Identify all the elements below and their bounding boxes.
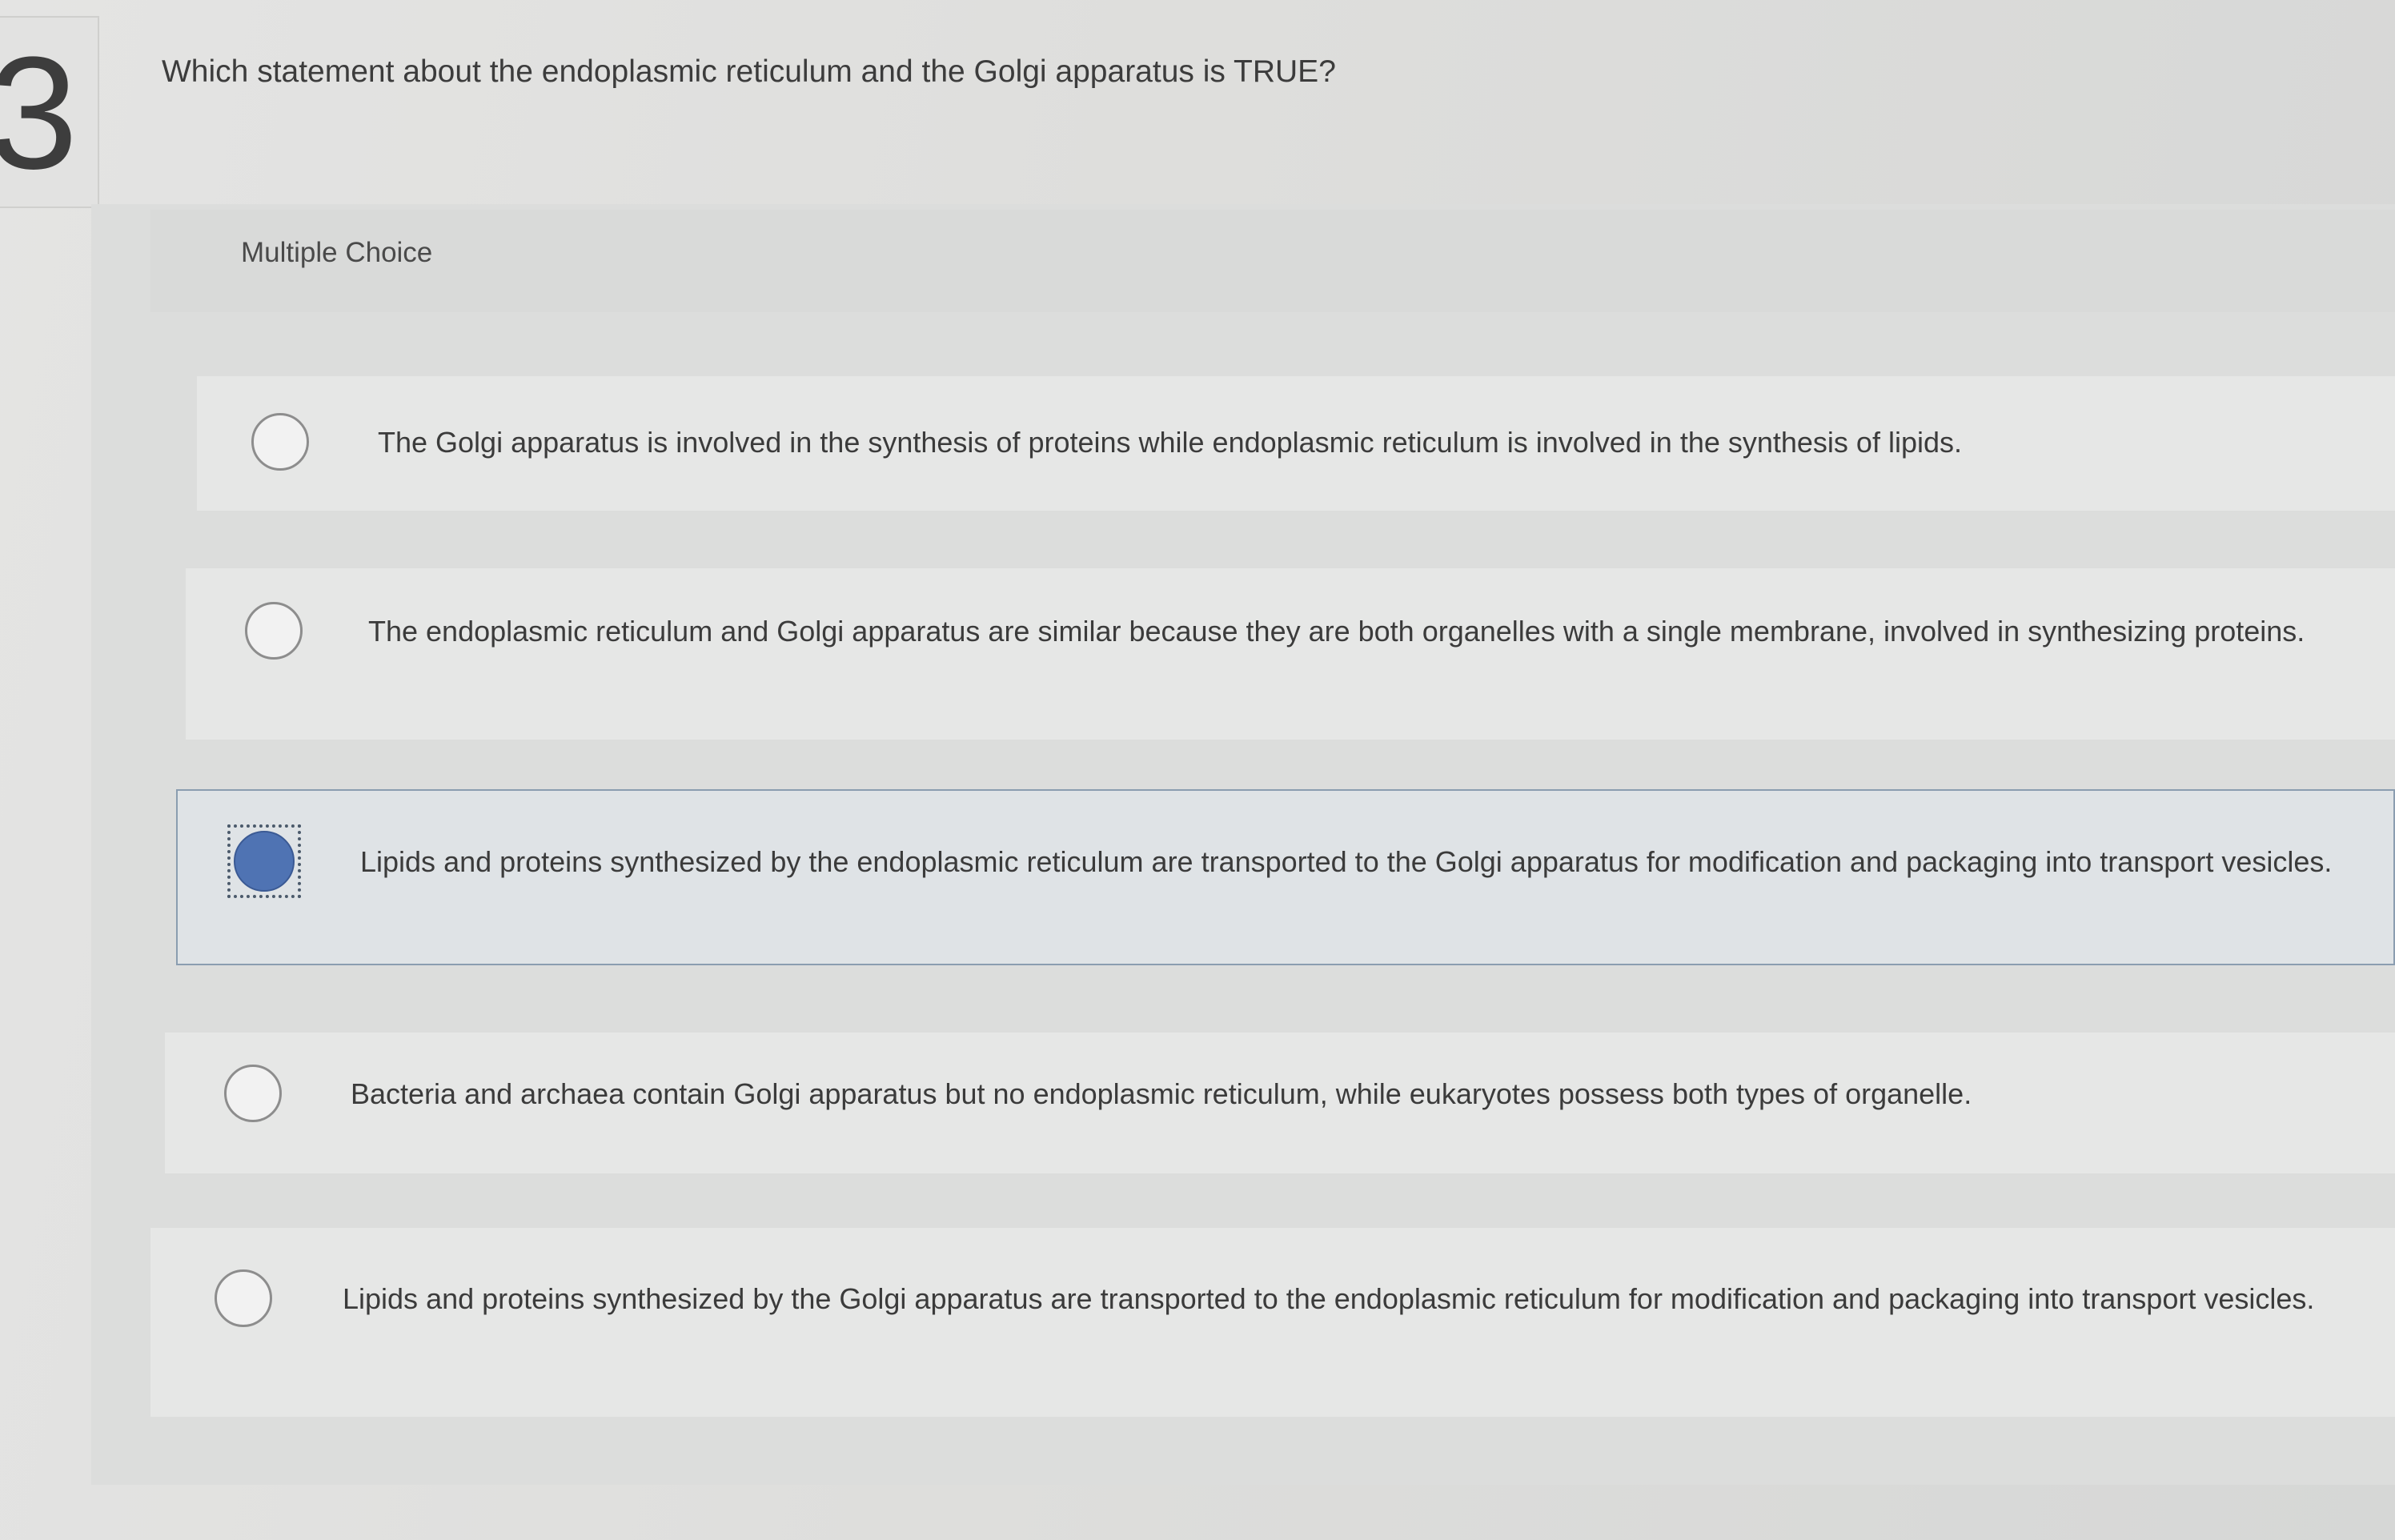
answer-type-label: Multiple Choice: [241, 237, 433, 268]
choice-option-2[interactable]: The endoplasmic reticulum and Golgi appa…: [186, 568, 2395, 740]
choice-option-1[interactable]: The Golgi apparatus is involved in the s…: [197, 376, 2395, 511]
radio-button-5[interactable]: [215, 1269, 272, 1327]
choice-option-4[interactable]: Bacteria and archaea contain Golgi appar…: [165, 1033, 2395, 1173]
choice-text-4: Bacteria and archaea contain Golgi appar…: [351, 1077, 1972, 1110]
radio-button-3-selected[interactable]: [234, 831, 295, 892]
radio-button-2[interactable]: [245, 602, 303, 660]
question-text: Which statement about the endoplasmic re…: [162, 54, 1336, 89]
radio-button-4[interactable]: [224, 1065, 282, 1122]
choice-text-1: The Golgi apparatus is involved in the s…: [378, 426, 1962, 459]
choice-option-3[interactable]: Lipids and proteins synthesized by the e…: [176, 789, 2395, 965]
choice-text-5: Lipids and proteins synthesized by the G…: [343, 1282, 2315, 1315]
choice-text-2: The endoplasmic reticulum and Golgi appa…: [368, 615, 2305, 648]
radio-button-1[interactable]: [251, 413, 309, 471]
choice-text-3: Lipids and proteins synthesized by the e…: [360, 845, 2333, 878]
answer-panel-header: [150, 210, 2395, 312]
question-number: 3: [0, 24, 78, 203]
choice-option-5[interactable]: Lipids and proteins synthesized by the G…: [150, 1228, 2395, 1417]
